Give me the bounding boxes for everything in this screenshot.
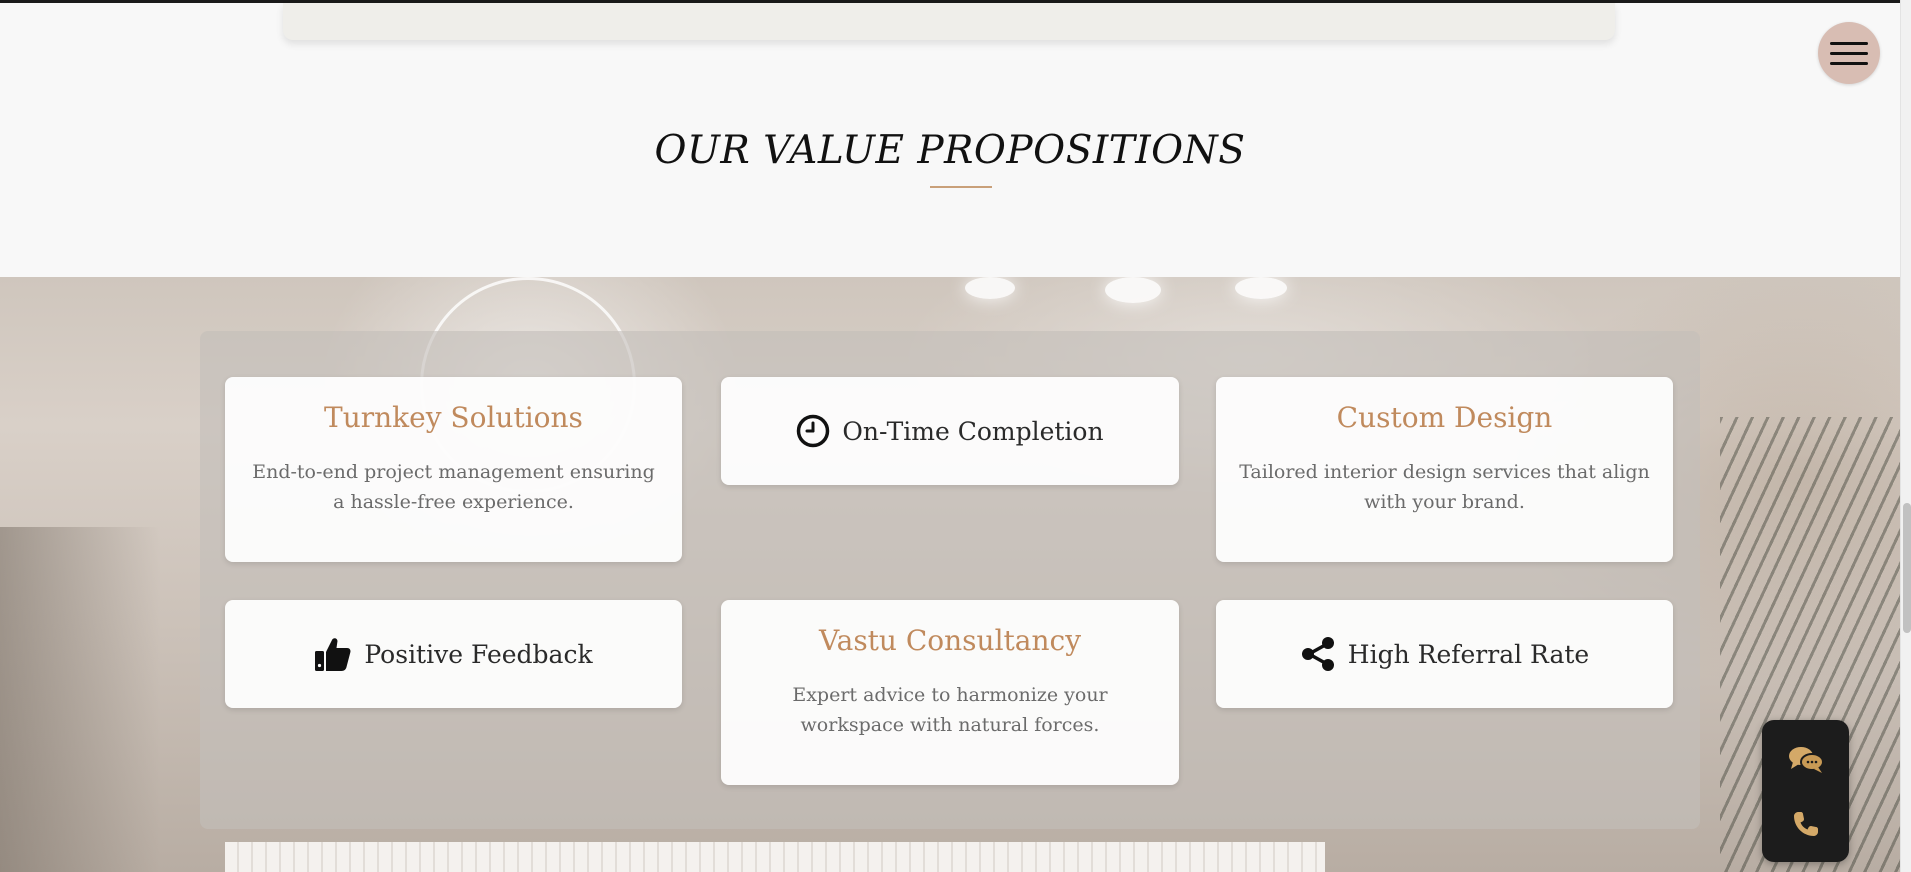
- section-heading: OUR VALUE PROPOSITIONS: [654, 128, 1246, 173]
- scrollbar-thumb[interactable]: [1903, 503, 1911, 633]
- card-vastu-consultancy: Vastu Consultancy Expert advice to harmo…: [721, 600, 1179, 785]
- card-high-referral-rate: High Referral Rate: [1216, 600, 1673, 708]
- previous-section-card: [283, 3, 1615, 40]
- card-label: Positive Feedback: [364, 639, 593, 669]
- phone-button[interactable]: [1762, 792, 1849, 856]
- chat-button[interactable]: [1762, 728, 1849, 792]
- hamburger-menu-icon: [1830, 41, 1868, 45]
- heading-underline: [930, 186, 992, 188]
- phone-icon: [1792, 810, 1820, 838]
- page: OUR VALUE PROPOSITIONS Turnkey Solutions…: [0, 0, 1911, 872]
- hamburger-menu-button[interactable]: [1818, 22, 1880, 84]
- card-title: Turnkey Solutions: [324, 401, 583, 434]
- share-icon: [1300, 636, 1336, 672]
- background-lamp: [1235, 277, 1287, 299]
- clock-icon: [796, 414, 830, 448]
- card-custom-design: Custom Design Tailored interior design s…: [1216, 377, 1673, 562]
- card-label: High Referral Rate: [1347, 639, 1590, 669]
- scrollbar[interactable]: [1900, 0, 1911, 872]
- background-plant-left: [0, 527, 160, 872]
- chat-bubbles-icon: [1788, 745, 1824, 775]
- card-turnkey-solutions: Turnkey Solutions End-to-end project man…: [225, 377, 682, 562]
- card-title: Custom Design: [1336, 401, 1553, 434]
- card-description: Expert advice to harmonize your workspac…: [792, 684, 1108, 736]
- card-positive-feedback: Positive Feedback: [225, 600, 682, 708]
- background-counter: [225, 842, 1325, 872]
- thumbs-up-icon: [314, 636, 352, 672]
- card-on-time-completion: On-Time Completion: [721, 377, 1179, 485]
- card-description: End-to-end project management ensuring a…: [252, 461, 655, 513]
- card-title: Vastu Consultancy: [818, 624, 1082, 657]
- card-label: On-Time Completion: [842, 416, 1104, 446]
- card-description: Tailored interior design services that a…: [1239, 461, 1650, 513]
- contact-widget: [1762, 720, 1849, 862]
- background-lamp: [965, 277, 1015, 299]
- background-lamp: [1105, 277, 1161, 303]
